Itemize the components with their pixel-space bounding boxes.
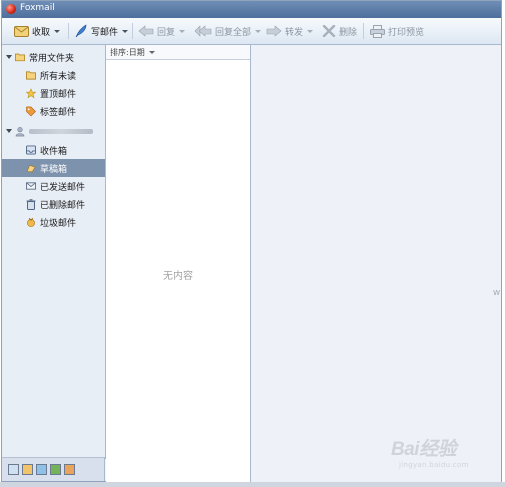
sidebar-item-label: 已删除邮件 <box>40 200 86 211</box>
junk-mail-icon <box>26 217 36 227</box>
sidebar-item-junk[interactable]: 垃圾邮件 <box>2 213 105 231</box>
sidebar-item-deleted[interactable]: 已删除邮件 <box>2 195 105 213</box>
reply-arrow-icon <box>138 25 154 37</box>
sent-mail-icon <box>26 181 36 191</box>
reply-all-arrow-icon <box>194 25 212 37</box>
compose-label: 写邮件 <box>91 27 119 38</box>
toolbar-divider <box>363 23 364 39</box>
account-node[interactable] <box>2 122 105 140</box>
forward-label: 转发 <box>285 27 304 38</box>
taskbar-strip <box>0 482 505 487</box>
watermark-main-text: Bai经验 <box>391 439 457 460</box>
reply-all-label: 回复全部 <box>215 27 252 38</box>
delete-label: 删除 <box>339 27 358 38</box>
compose-dropdown-icon[interactable] <box>122 29 129 33</box>
feather-pen-icon <box>75 24 87 38</box>
expand-arrow-icon[interactable] <box>6 129 12 133</box>
watermark-url: jingyan.baidu.com <box>399 461 469 469</box>
account-name-redacted <box>29 128 93 134</box>
reading-pane: W <box>251 45 501 483</box>
baidu-jingyan-watermark: Bai经验 jingyan.baidu.com <box>391 434 499 480</box>
star-icon <box>26 87 36 98</box>
sidebar-item-label: 草稿箱 <box>40 164 68 175</box>
reply-button[interactable]: 回复 <box>138 23 186 39</box>
forward-arrow-icon <box>266 25 282 37</box>
sidebar-item-label: 所有未读 <box>40 71 77 82</box>
account-user-icon <box>15 126 25 136</box>
delete-button[interactable]: 删除 <box>322 23 357 39</box>
reading-pane-edge-text: W <box>493 289 500 297</box>
receive-label: 收取 <box>32 27 51 38</box>
common-folders-label: 常用文件夹 <box>29 53 75 64</box>
message-list-pane: 排序:日期 无内容 <box>106 45 251 483</box>
window-title: Foxmail <box>20 3 55 13</box>
sidebar-item-label: 垃圾邮件 <box>40 218 77 229</box>
foxmail-logo-icon <box>6 4 16 14</box>
sidebar-item-all-unread[interactable]: 所有未读 <box>2 66 105 84</box>
toolbar-divider <box>132 23 133 39</box>
compose-button[interactable]: 写邮件 <box>74 23 129 39</box>
sidebar-item-label: 已发送邮件 <box>40 182 86 193</box>
folder-icon <box>26 70 36 80</box>
sidebar-item-label: 收件箱 <box>40 146 68 157</box>
forward-button[interactable]: 转发 <box>266 23 314 39</box>
rss-feeds-icon[interactable] <box>64 464 75 475</box>
sidebar-footer-bar <box>2 457 105 481</box>
reply-label: 回复 <box>157 27 176 38</box>
delete-x-icon <box>322 25 336 37</box>
foxmail-window: Foxmail 收取 写邮件 回复 回复全部 转发 删除 打印预览 常用文件夹 … <box>1 0 502 483</box>
calendar-icon[interactable] <box>36 464 47 475</box>
receive-envelope-icon <box>14 26 29 37</box>
sidebar-item-inbox[interactable]: 收件箱 <box>2 141 105 159</box>
trash-icon <box>26 198 36 210</box>
sidebar-item-starred[interactable]: 置顶邮件 <box>2 84 105 102</box>
toolbar-divider <box>68 23 69 39</box>
inbox-tray-icon <box>26 145 36 155</box>
mail-view-icon[interactable] <box>8 464 19 475</box>
sidebar-item-label: 标签邮件 <box>40 107 77 118</box>
print-preview-button[interactable]: 打印预览 <box>370 23 424 39</box>
empty-list-text: 无内容 <box>163 271 193 282</box>
contacts-icon[interactable] <box>22 464 33 475</box>
reply-all-dropdown-icon[interactable] <box>255 29 262 33</box>
print-preview-label: 打印预览 <box>388 27 425 38</box>
sidebar-item-drafts[interactable]: 草稿箱 <box>2 159 105 177</box>
sidebar-item-tagged[interactable]: 标签邮件 <box>2 102 105 120</box>
printer-icon <box>370 24 385 38</box>
drafts-icon <box>26 163 36 173</box>
sidebar-item-label: 置顶邮件 <box>40 89 77 100</box>
reply-all-button[interactable]: 回复全部 <box>194 23 262 39</box>
expand-arrow-icon[interactable] <box>6 55 12 59</box>
notes-icon[interactable] <box>50 464 61 475</box>
folder-sidebar: 常用文件夹 所有未读 置顶邮件 标签邮件 收件箱 草稿箱 已发送邮件 已删除邮件… <box>2 45 106 459</box>
sidebar-item-sent[interactable]: 已发送邮件 <box>2 177 105 195</box>
sort-label: 排序:日期 <box>110 47 145 57</box>
receive-dropdown-icon[interactable] <box>54 29 61 33</box>
toolbar: 收取 写邮件 回复 回复全部 转发 删除 打印预览 <box>2 18 501 45</box>
sort-header[interactable]: 排序:日期 <box>106 45 250 60</box>
title-bar: Foxmail <box>2 1 501 18</box>
folder-icon <box>15 52 25 62</box>
reply-dropdown-icon[interactable] <box>179 29 186 33</box>
forward-dropdown-icon[interactable] <box>307 29 314 33</box>
sort-dropdown-icon[interactable] <box>148 50 155 54</box>
receive-button[interactable]: 收取 <box>14 23 61 39</box>
common-folders-node[interactable]: 常用文件夹 <box>2 48 105 66</box>
tag-icon <box>26 106 36 116</box>
